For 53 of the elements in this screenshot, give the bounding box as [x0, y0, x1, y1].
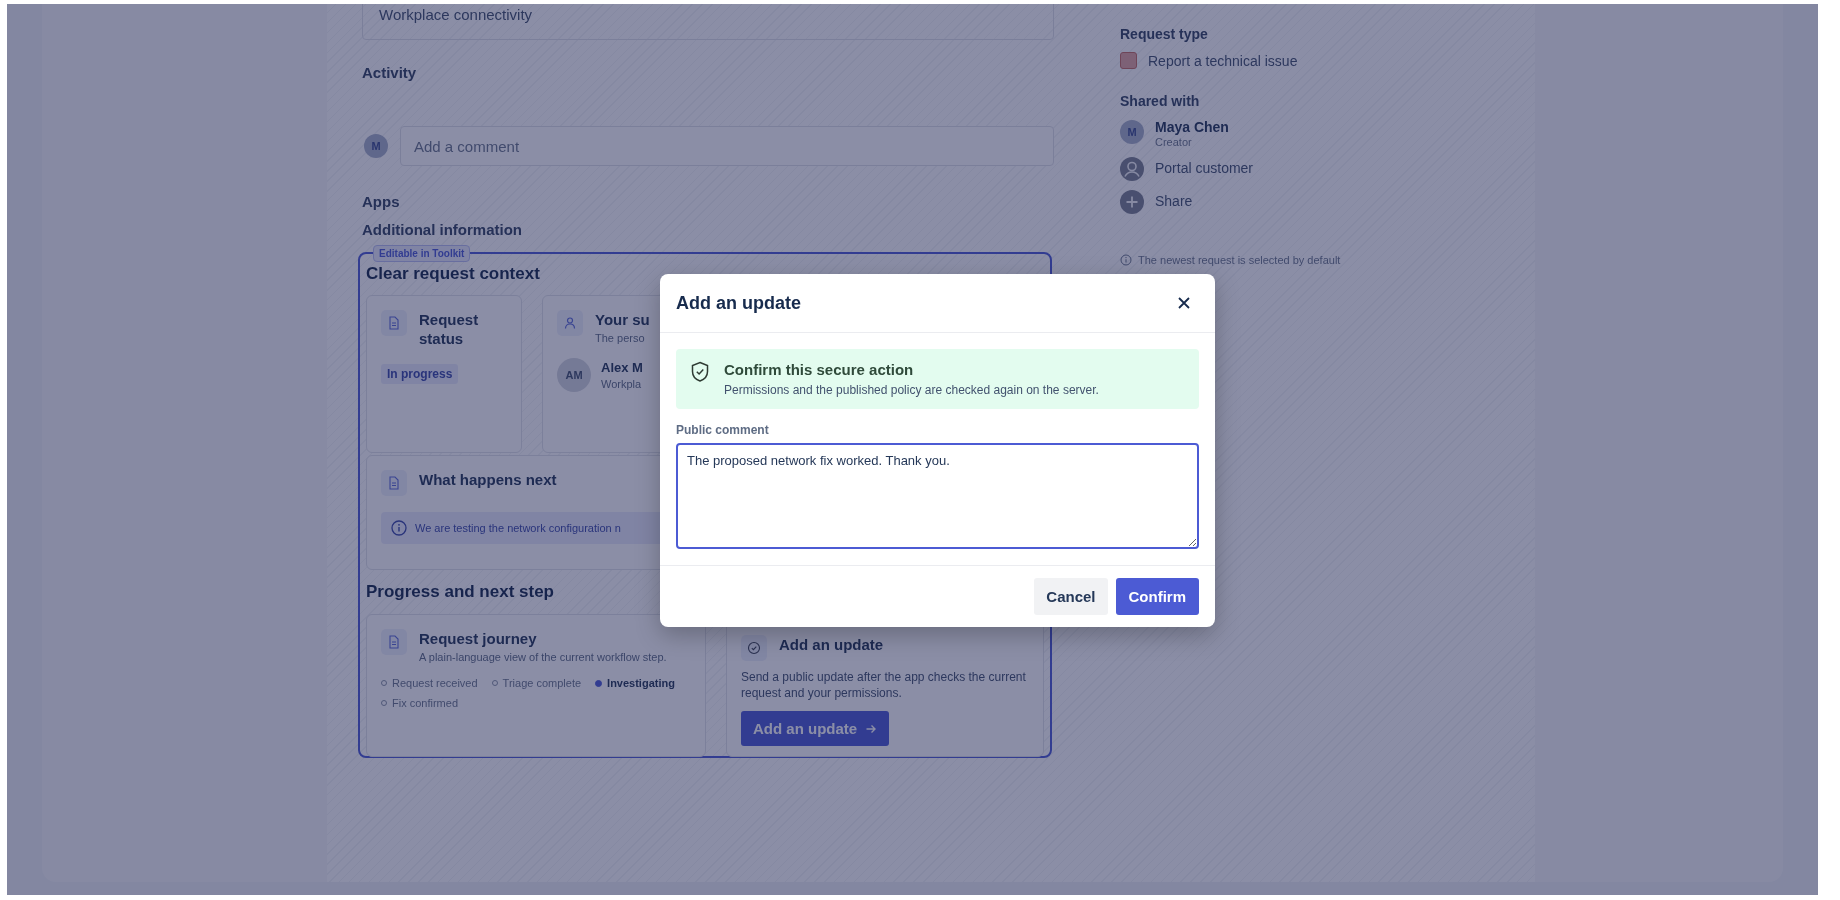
document-icon — [381, 629, 407, 655]
card-description: Send a public update after the app checks the current request and your permissions. — [741, 669, 1027, 701]
card-title: Request journey — [419, 629, 538, 648]
close-icon — [1177, 296, 1191, 310]
card-subtitle: A plain-language view of the current workflow step. — [419, 651, 667, 663]
card-subtitle: The perso — [595, 332, 646, 344]
document-icon — [381, 470, 407, 496]
request-type-value: Report a technical issue — [1148, 52, 1298, 69]
user-icon — [1120, 157, 1144, 181]
add-update-button[interactable]: Add an update — [741, 711, 890, 746]
notice-text: Permissions and the published policy are checked again on the server. — [724, 383, 1099, 397]
field-label: Public comment — [676, 423, 770, 437]
info-icon — [391, 520, 407, 536]
section-title: Progress and next step — [366, 582, 555, 602]
person-name: Alex M — [601, 360, 643, 375]
person-name: Maya Chen — [1155, 118, 1229, 136]
shared-with-heading: Shared with — [1120, 93, 1201, 109]
share-link[interactable]: Share — [1155, 190, 1193, 212]
status-lozenge: In progress — [381, 364, 459, 384]
dialog-title: Add an update — [676, 292, 801, 314]
comment-field[interactable]: Add a comment — [400, 126, 1054, 166]
info-icon — [1120, 254, 1132, 266]
card-title: Add an update — [779, 635, 884, 654]
additional-information-heading: Additional information — [362, 221, 523, 238]
notice-title: Confirm this secure action — [724, 361, 915, 378]
card-title: Your su — [595, 310, 650, 329]
person-role: Workpla — [601, 378, 643, 390]
add-icon[interactable] — [1120, 190, 1144, 214]
person-icon — [557, 310, 583, 336]
step-label: Triage complete — [502, 677, 582, 689]
activity-heading: Activity — [362, 64, 418, 81]
card-title: What happens next — [419, 470, 557, 489]
hint-text: The newest request is selected by default — [1138, 254, 1341, 266]
request-type-heading: Request type — [1120, 26, 1209, 42]
step-label: Request received — [392, 677, 478, 689]
apps-heading: Apps — [362, 193, 401, 210]
document-icon — [381, 310, 407, 336]
notice-text: We are testing the network configuration n — [415, 522, 621, 534]
cancel-button[interactable]: Cancel — [1034, 578, 1108, 615]
confirm-button[interactable]: Confirm — [1115, 578, 1199, 615]
person-role: Creator — [1155, 136, 1193, 148]
editable-badge: Editable in Toolkit — [373, 245, 471, 262]
request-field[interactable]: Workplace connectivity — [362, 4, 1054, 40]
comment-textarea[interactable]: The proposed network fix worked. Thank you. — [676, 443, 1199, 549]
request-type-icon — [1120, 52, 1137, 69]
person-avatar: AM — [557, 358, 591, 392]
person-name: Portal customer — [1155, 159, 1254, 178]
section-title: Clear request context — [366, 264, 541, 284]
arrow-right-icon — [865, 722, 878, 735]
shield-check-icon — [690, 361, 710, 383]
step-label: Investigating — [607, 677, 675, 689]
card-title: Request status — [419, 310, 480, 348]
step-label: Fix confirmed — [392, 697, 459, 709]
